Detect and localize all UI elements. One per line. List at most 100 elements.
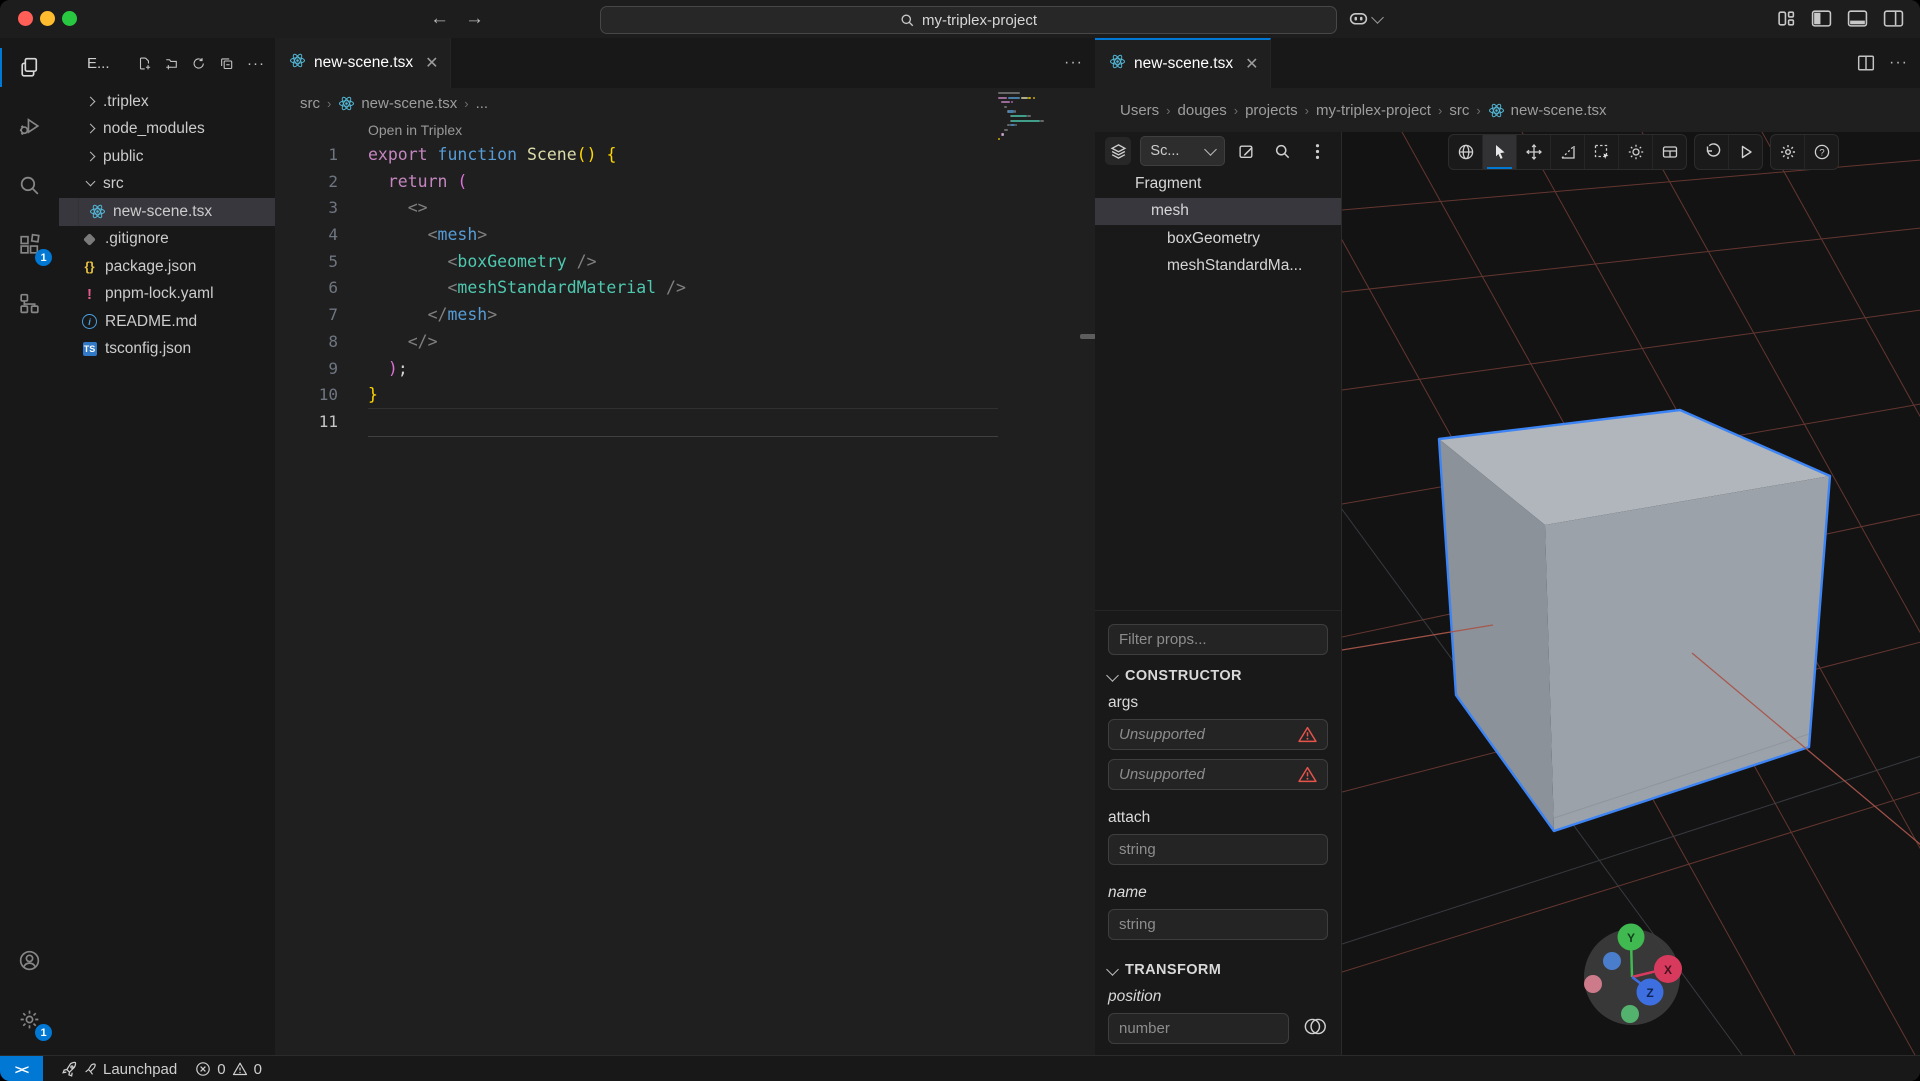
toggle-icon[interactable] (1301, 1017, 1328, 1036)
minimize-window-button[interactable] (40, 10, 55, 26)
breadcrumb-item-my-triplex-project[interactable]: my-triplex-project (1316, 102, 1431, 119)
transform-select-button[interactable] (1584, 135, 1618, 169)
breadcrumb-item-src[interactable]: src (1449, 102, 1469, 119)
scene-more-button[interactable] (1305, 137, 1331, 165)
problems-item[interactable]: 0 0 (195, 1061, 262, 1078)
code-line-4[interactable]: 4 <mesh> (275, 222, 1095, 249)
gizmo-neg-z[interactable] (1603, 952, 1621, 970)
play-button[interactable] (1728, 135, 1762, 169)
breadcrumb-item--[interactable]: ... (476, 95, 489, 112)
toggle-secondary-sidebar-icon[interactable] (1883, 9, 1904, 28)
customize-layout-icon[interactable] (1777, 9, 1796, 28)
code-line-8[interactable]: 8 </> (275, 329, 1095, 356)
refresh-icon[interactable] (192, 55, 205, 72)
collapse-folders-icon[interactable] (220, 55, 233, 72)
launchpad-item[interactable]: Launchpad (61, 1061, 177, 1078)
prop-input-args[interactable]: Unsupported (1108, 719, 1328, 750)
new-folder-icon[interactable] (165, 55, 178, 72)
breadcrumb-item-projects[interactable]: projects (1245, 102, 1298, 119)
scene-select-dropdown[interactable]: Sc... (1140, 136, 1225, 166)
code-line-10[interactable]: 10} (275, 382, 1095, 409)
code-line-11[interactable]: 11 (275, 409, 1095, 436)
cube-mesh[interactable] (1437, 408, 1832, 833)
activity-extensions-button[interactable]: 1 (0, 215, 59, 274)
breadcrumb[interactable]: Users › douges › projects › my-triplex-project… (1095, 88, 1920, 132)
view-gizmo[interactable]: Y X Z (1584, 923, 1682, 1026)
activity-explorer-button[interactable] (0, 38, 59, 97)
help-button[interactable]: ? (1804, 135, 1838, 169)
copilot-menu[interactable] (1348, 8, 1384, 29)
code-editor[interactable]: 1 export function Scene() {2 return (3 <>… (275, 142, 1095, 436)
code-line-7[interactable]: 7 </mesh> (275, 302, 1095, 329)
gizmo-x[interactable]: X (1654, 955, 1682, 983)
close-tab-icon[interactable]: ✕ (425, 53, 438, 73)
scene-node-meshstandardma-[interactable]: meshStandardMa... (1095, 253, 1341, 281)
breadcrumb-item-new-scene-tsx[interactable]: new-scene.tsx (338, 95, 457, 112)
folder-row--triplex[interactable]: .triplex (59, 88, 275, 116)
lighting-toggle-button[interactable] (1618, 135, 1652, 169)
code-line-6[interactable]: 6 <meshStandardMaterial /> (275, 275, 1095, 302)
breadcrumb-item-users[interactable]: Users (1120, 102, 1159, 119)
file-row-readme-md[interactable]: i README.md (59, 308, 275, 336)
viewport-3d[interactable]: Y X Z ? (1342, 132, 1920, 1055)
close-tab-icon[interactable]: ✕ (1245, 54, 1258, 74)
filter-props-input[interactable]: Filter props... (1108, 624, 1328, 655)
file-row-package-json[interactable]: {} package.json (59, 253, 275, 281)
gizmo-neg-x[interactable] (1584, 975, 1602, 993)
close-window-button[interactable] (18, 10, 33, 26)
new-file-icon[interactable] (138, 55, 151, 72)
file-row-pnpm-lock-yaml[interactable]: ! pnpm-lock.yaml (59, 281, 275, 309)
file-row-tsconfig-json[interactable]: TS tsconfig.json (59, 336, 275, 364)
code-line-3[interactable]: 3 <> (275, 195, 1095, 222)
select-tool-button[interactable] (1482, 135, 1516, 169)
translate-tool-button[interactable] (1516, 135, 1550, 169)
gizmo-neg-y[interactable] (1621, 1005, 1639, 1023)
folder-row-node-modules[interactable]: node_modules (59, 116, 275, 144)
scene-node-mesh[interactable]: mesh (1095, 197, 1341, 225)
triplex-more-actions-icon[interactable]: ··· (1889, 54, 1908, 72)
camera-view-button[interactable] (1652, 135, 1686, 169)
scene-search-button[interactable] (1269, 137, 1295, 165)
breadcrumb-item-src[interactable]: src (300, 95, 320, 112)
folder-row-public[interactable]: public (59, 143, 275, 171)
split-editor-icon[interactable] (1857, 54, 1875, 72)
accounts-button[interactable] (0, 931, 59, 990)
folder-row-src[interactable]: src (59, 171, 275, 199)
activity-run-debug-button[interactable] (0, 97, 59, 156)
edit-scene-button[interactable] (1234, 137, 1260, 165)
activity-scene-hierarchy-button[interactable] (0, 274, 59, 333)
minimap[interactable] (998, 92, 1062, 212)
viewport-settings-button[interactable] (1771, 135, 1804, 169)
section-header-transform[interactable]: TRANSFORM (1106, 962, 1328, 978)
code-line-5[interactable]: 5 <boxGeometry /> (275, 249, 1095, 276)
prop-input-name[interactable]: string (1108, 909, 1328, 940)
toggle-panel-icon[interactable] (1847, 9, 1868, 28)
sash-handle[interactable] (1080, 334, 1096, 339)
back-icon[interactable]: ← (430, 8, 449, 30)
prop-input-attach[interactable]: string (1108, 834, 1328, 865)
command-center-search[interactable]: my-triplex-project (600, 6, 1337, 34)
undo-button[interactable] (1695, 135, 1728, 169)
scene-node-boxgeometry[interactable]: boxGeometry (1095, 225, 1341, 253)
forward-icon[interactable]: → (465, 8, 484, 30)
gizmo-z[interactable]: Z (1636, 978, 1664, 1006)
code-line-1[interactable]: 1 export function Scene() { (275, 142, 1095, 169)
world-space-button[interactable] (1449, 135, 1482, 169)
prop-input-position[interactable]: number (1108, 1013, 1289, 1044)
scene-node-fragment[interactable]: Fragment (1095, 170, 1341, 198)
maximize-window-button[interactable] (62, 10, 77, 26)
code-line-2[interactable]: 2 return ( (275, 169, 1095, 196)
scene-layers-button[interactable] (1105, 137, 1132, 165)
file-row-new-scene-tsx[interactable]: new-scene.tsx (59, 198, 275, 226)
file-row--gitignore[interactable]: .gitignore (59, 226, 275, 254)
breadcrumb-item-douges[interactable]: douges (1178, 102, 1227, 119)
remote-indicator[interactable]: >< (0, 1056, 43, 1081)
more-actions-icon[interactable]: ··· (247, 55, 265, 72)
code-line-9[interactable]: 9 ); (275, 356, 1095, 383)
scale-tool-button[interactable] (1550, 135, 1584, 169)
tab-new-scene[interactable]: new-scene.tsx ✕ (275, 38, 452, 88)
open-in-triplex-codelens[interactable]: Open in Triplex (368, 122, 1095, 142)
prop-toggle-position[interactable] (1301, 1017, 1328, 1041)
prop-input-args[interactable]: Unsupported (1108, 759, 1328, 790)
toggle-primary-sidebar-icon[interactable] (1811, 9, 1832, 28)
